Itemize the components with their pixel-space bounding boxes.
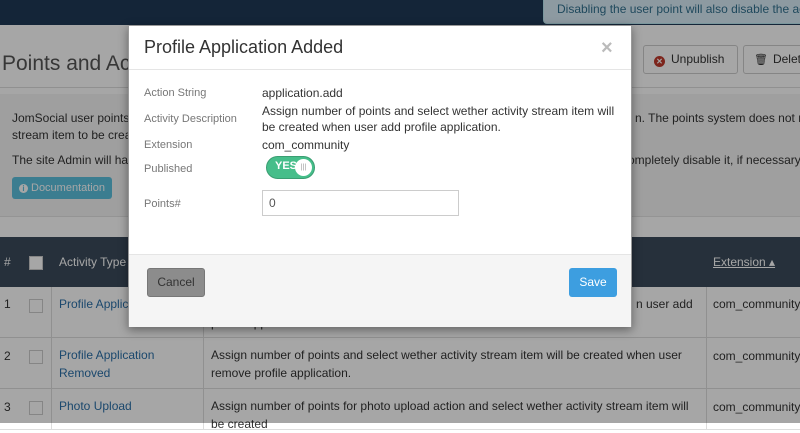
extension-value: com_community — [262, 138, 350, 152]
activity-description-label: Activity Description — [144, 113, 237, 125]
modal-title: Profile Application Added — [144, 37, 344, 57]
toggle-text: YES — [275, 160, 298, 172]
modal-footer: Cancel Save — [129, 254, 631, 327]
points-input[interactable] — [262, 190, 459, 216]
activity-description-value: Assign number of points and select wethe… — [262, 104, 615, 134]
published-toggle[interactable]: YES ||| — [266, 156, 315, 179]
modal-divider — [129, 69, 631, 70]
published-label: Published — [144, 163, 193, 175]
action-string-value: application.add — [262, 86, 343, 100]
extension-label: Extension — [144, 139, 193, 151]
cancel-button[interactable]: Cancel — [147, 268, 205, 297]
close-icon[interactable]: × — [601, 37, 613, 60]
profile-application-modal: Profile Application Added × Action Strin… — [128, 25, 632, 327]
toggle-knob: ||| — [295, 159, 312, 176]
save-button[interactable]: Save — [569, 268, 617, 297]
points-label: Points# — [144, 198, 181, 210]
action-string-label: Action String — [144, 87, 207, 99]
